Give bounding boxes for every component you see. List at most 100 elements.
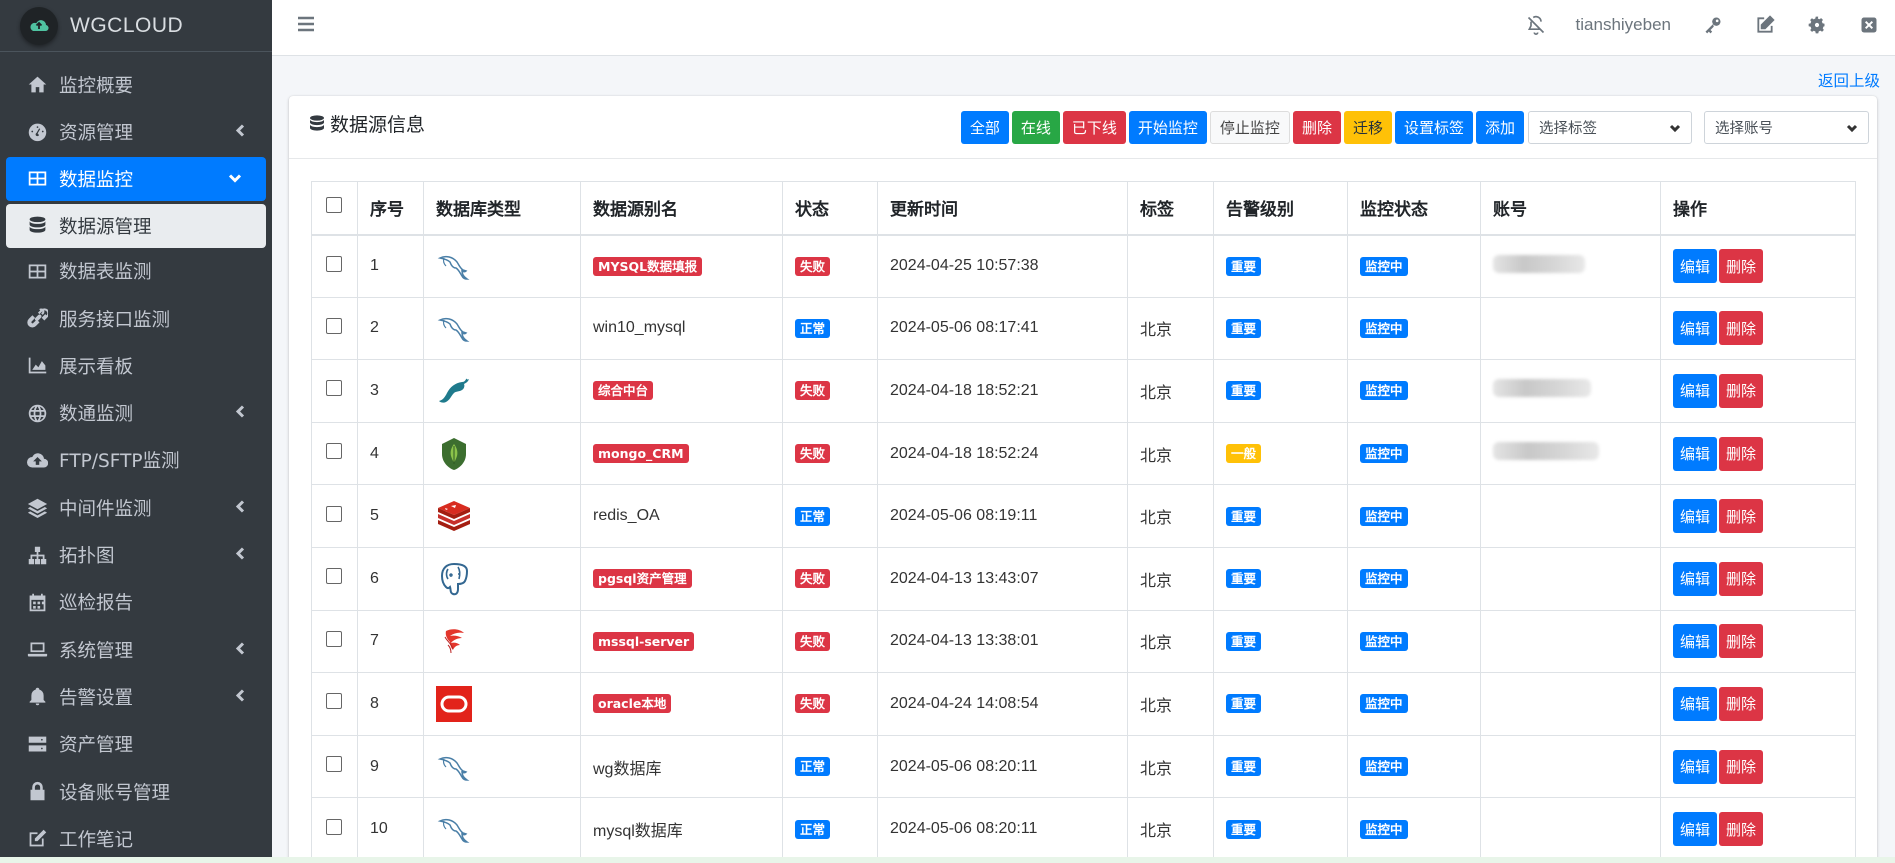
sidebar-item[interactable]: 拓扑图: [0, 531, 272, 578]
filter-online-button[interactable]: 在线: [1011, 111, 1060, 144]
edit-row-button[interactable]: 编辑: [1673, 311, 1718, 346]
delete-row-button[interactable]: 删除: [1719, 436, 1764, 471]
sidebar-item[interactable]: 巡检报告: [0, 579, 272, 626]
table-row[interactable]: 2 win10_mysql 正常 2024-05-06 08:17:41 北京 重要 监控中…: [311, 296, 1856, 361]
back-link[interactable]: 返回上级: [1818, 69, 1880, 91]
sidebar-item[interactable]: 设备账号管理: [0, 768, 272, 815]
alias-badge[interactable]: mongo_CRM: [593, 444, 689, 464]
column-header[interactable]: 序号: [357, 181, 424, 236]
row-checkbox[interactable]: [326, 693, 342, 710]
alias-badge[interactable]: mssql-server: [593, 631, 695, 651]
sidebar-item[interactable]: 数据表监测: [0, 248, 272, 295]
brand[interactable]: WGCLOUD: [0, 0, 272, 52]
row-checkbox[interactable]: [326, 756, 342, 773]
sidebar-item[interactable]: 监控概要: [0, 61, 272, 108]
select-all-checkbox[interactable]: [326, 197, 342, 214]
table-row[interactable]: 3 综合中台 失败 2024-04-18 18:52:21 北京 重要 监控中 编辑 删除: [311, 359, 1856, 423]
delete-row-button[interactable]: 删除: [1719, 812, 1764, 847]
close-window-icon[interactable]: [1843, 15, 1895, 35]
edit-row-button[interactable]: 编辑: [1673, 749, 1718, 784]
alias-text[interactable]: mysql数据库: [593, 823, 683, 840]
start-monitor-button[interactable]: 开始监控: [1128, 111, 1207, 144]
delete-row-button[interactable]: 删除: [1719, 749, 1764, 784]
edit-row-button[interactable]: 编辑: [1673, 249, 1718, 284]
edit-icon[interactable]: [1739, 15, 1791, 35]
sidebar-item[interactable]: 资源管理: [0, 108, 272, 155]
menu-toggle-icon[interactable]: [297, 15, 317, 37]
alias-text[interactable]: wg数据库: [593, 761, 661, 778]
sidebar-item[interactable]: 告警设置: [0, 673, 272, 720]
username[interactable]: tianshiyeben: [1576, 15, 1671, 35]
edit-row-button[interactable]: 编辑: [1673, 624, 1718, 659]
gear-icon[interactable]: [1791, 15, 1843, 35]
column-header[interactable]: 数据库类型: [423, 181, 581, 236]
column-header[interactable]: 操作: [1660, 181, 1856, 236]
sidebar-item[interactable]: FTP/SFTP监测: [0, 437, 272, 484]
table-row[interactable]: 1 MYSQL数据填报 失败 2024-04-25 10:57:38 重要 监控中 编辑 删除: [311, 234, 1856, 298]
row-checkbox[interactable]: [326, 818, 342, 835]
alias-badge[interactable]: 综合中台: [593, 381, 654, 401]
row-number: 3: [357, 359, 424, 423]
column-header[interactable]: 状态: [782, 181, 878, 236]
table-row[interactable]: 6 pgsql资产管理 失败 2024-04-13 13:43:07 北京 重要 监控中 编辑…: [311, 546, 1856, 611]
sidebar-item[interactable]: 中间件监测: [0, 484, 272, 531]
row-checkbox[interactable]: [326, 630, 342, 647]
table-row[interactable]: 7 mssql-server 失败 2024-04-13 13:38:01 北京 重要 监控…: [311, 609, 1856, 674]
alias-text[interactable]: redis_OA: [593, 507, 660, 524]
sidebar-item[interactable]: 资产管理: [0, 721, 272, 768]
column-header[interactable]: 告警级别: [1213, 181, 1348, 236]
delete-row-button[interactable]: 删除: [1719, 686, 1764, 721]
stop-monitor-button[interactable]: 停止监控: [1209, 111, 1290, 144]
edit-row-button[interactable]: 编辑: [1673, 561, 1718, 596]
filter-all-button[interactable]: 全部: [960, 111, 1009, 144]
add-button[interactable]: 添加: [1475, 111, 1524, 144]
alias-text[interactable]: win10_mysql: [593, 319, 685, 336]
sidebar-item[interactable]: 数据源管理: [6, 203, 266, 248]
migrate-button[interactable]: 迁移: [1343, 111, 1392, 144]
tag-select[interactable]: 选择标签: [1528, 111, 1692, 144]
delete-row-button[interactable]: 删除: [1719, 499, 1764, 534]
bulk-delete-button[interactable]: 删除: [1292, 111, 1341, 144]
monitor-status-cell: 监控中: [1347, 484, 1481, 548]
sidebar-item[interactable]: 服务接口监测: [0, 295, 272, 342]
row-checkbox[interactable]: [326, 505, 342, 522]
edit-row-button[interactable]: 编辑: [1673, 686, 1718, 721]
sidebar-item[interactable]: 展示看板: [0, 342, 272, 389]
delete-row-button[interactable]: 删除: [1719, 249, 1764, 284]
filter-offline-button[interactable]: 已下线: [1062, 111, 1126, 144]
column-header[interactable]: 数据源别名: [580, 181, 783, 236]
alias-badge[interactable]: MYSQL数据填报: [593, 256, 703, 276]
row-checkbox[interactable]: [326, 317, 342, 334]
set-tag-button[interactable]: 设置标签: [1394, 111, 1473, 144]
delete-row-button[interactable]: 删除: [1719, 373, 1764, 408]
table-row[interactable]: 10 mysql数据库 正常 2024-05-06 08:20:11 北京 重要 监控中 编辑…: [311, 797, 1856, 861]
sidebar-item[interactable]: 工作笔记: [0, 815, 272, 862]
table-row[interactable]: 4 mongo_CRM 失败 2024-04-18 18:52:24 北京 一般 监控中 编辑…: [311, 421, 1856, 486]
alias-badge[interactable]: pgsql资产管理: [593, 569, 692, 589]
sidebar-item[interactable]: 数通监测: [0, 389, 272, 436]
account-select[interactable]: 选择账号: [1704, 111, 1869, 144]
row-checkbox[interactable]: [326, 568, 342, 585]
delete-row-button[interactable]: 删除: [1719, 311, 1764, 346]
edit-row-button[interactable]: 编辑: [1673, 499, 1718, 534]
edit-row-button[interactable]: 编辑: [1673, 373, 1718, 408]
column-header[interactable]: 标签: [1127, 181, 1214, 236]
column-header[interactable]: 账号: [1480, 181, 1661, 236]
bell-slash-icon[interactable]: [1510, 15, 1562, 35]
delete-row-button[interactable]: 删除: [1719, 624, 1764, 659]
sidebar-item[interactable]: 系统管理: [0, 626, 272, 673]
row-checkbox[interactable]: [326, 443, 342, 460]
table-row[interactable]: 9 wg数据库 正常 2024-05-06 08:20:11 北京 重要 监控中 编辑 删除: [311, 734, 1856, 799]
table-row[interactable]: 8 oracle本地 失败 2024-04-24 14:08:54 北京 重要 监控中 编辑删…: [311, 672, 1856, 736]
key-icon[interactable]: [1687, 15, 1739, 35]
row-checkbox[interactable]: [326, 380, 342, 397]
column-header[interactable]: 监控状态: [1347, 181, 1481, 236]
alias-badge[interactable]: oracle本地: [593, 694, 672, 714]
row-checkbox[interactable]: [326, 255, 342, 272]
column-header[interactable]: 更新时间: [877, 181, 1128, 236]
sidebar-item[interactable]: 数据监控: [6, 156, 266, 201]
table-row[interactable]: 5 redis_OA 正常 2024-05-06 08:19:11 北京 重要 监控中 编辑删…: [311, 484, 1856, 548]
delete-row-button[interactable]: 删除: [1719, 561, 1764, 596]
edit-row-button[interactable]: 编辑: [1673, 436, 1718, 471]
edit-row-button[interactable]: 编辑: [1673, 812, 1718, 847]
